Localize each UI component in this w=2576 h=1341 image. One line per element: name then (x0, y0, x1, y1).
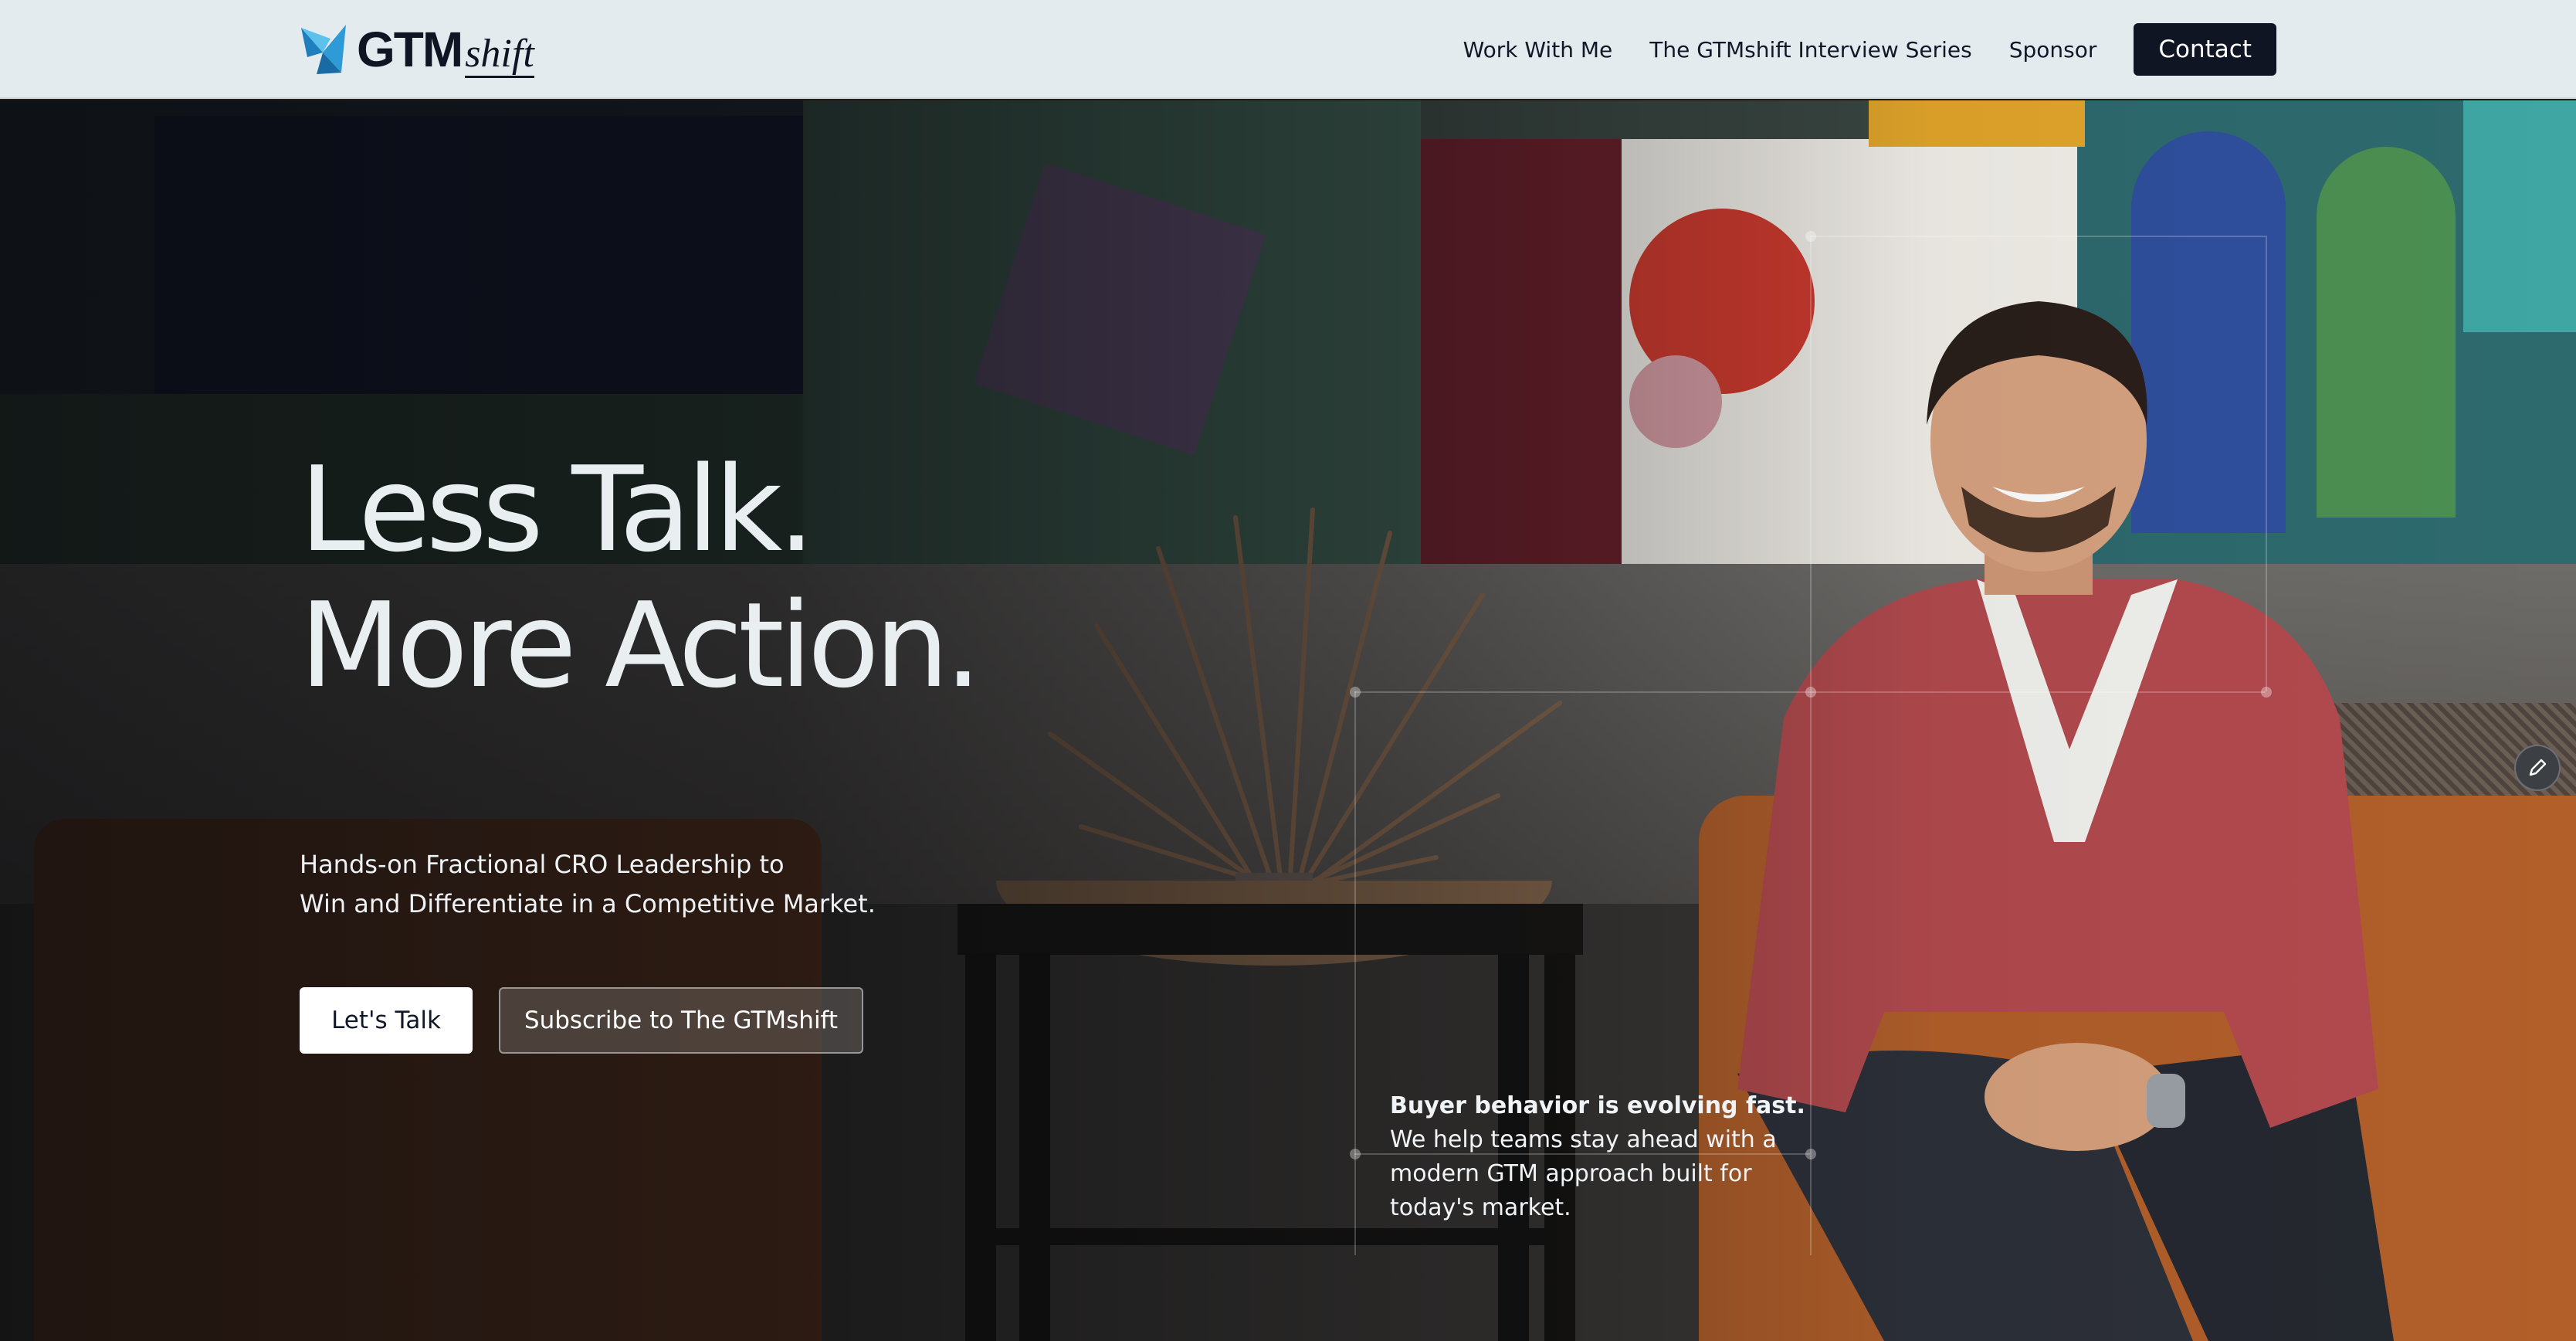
frame-node (2261, 687, 2272, 698)
callout-title: Buyer behavior is evolving fast. (1390, 1092, 1805, 1119)
frame-line (2266, 236, 2267, 691)
frame-line (1354, 691, 1356, 1255)
callout-line-2: modern GTM approach built for (1390, 1160, 1752, 1187)
logo-mark-icon (301, 25, 346, 74)
gtmshift-logo[interactable]: GTM shift (300, 20, 534, 79)
nav-work-with-me[interactable]: Work With Me (1463, 37, 1613, 63)
frame-node (1350, 687, 1361, 698)
nav-interview-series[interactable]: The GTMshift Interview Series (1649, 37, 1972, 63)
site-header: GTM shift Work With Me The GTMshift Inte… (0, 0, 2576, 99)
subheading-line-1: Hands-on Fractional CRO Leadership to (300, 850, 785, 879)
lets-talk-button[interactable]: Let's Talk (300, 987, 473, 1054)
frame-node (1350, 1149, 1361, 1159)
frame-node (1805, 231, 1816, 242)
callout-line-1: We help teams stay ahead with a (1390, 1126, 1777, 1153)
callout-line-3: today's market. (1390, 1194, 1571, 1221)
buyer-behavior-callout: Buyer behavior is evolving fast. We help… (1390, 1089, 1822, 1225)
headline-line-1: Less Talk. (300, 441, 815, 578)
contact-button[interactable]: Contact (2134, 23, 2276, 76)
pencil-icon (2529, 759, 2547, 776)
callout-body: We help teams stay ahead with a modern G… (1390, 1123, 1822, 1225)
hero-headline: Less Talk. More Action. (300, 442, 1303, 714)
logo-wordmark: GTM (357, 22, 463, 77)
frame-line (1810, 236, 2266, 237)
hero-subheading: Hands-on Fractional CRO Leadership to Wi… (300, 845, 995, 924)
nav-sponsor[interactable]: Sponsor (2009, 37, 2097, 63)
subheading-line-2: Win and Differentiate in a Competitive M… (300, 889, 876, 918)
edit-button[interactable] (2514, 745, 2561, 791)
headline-line-2: More Action. (300, 577, 981, 714)
main-nav: Work With Me The GTMshift Interview Seri… (1463, 23, 2276, 76)
logo-wordmark-suffix: shift (465, 33, 534, 78)
subscribe-button[interactable]: Subscribe to The GTMshift (499, 987, 863, 1054)
frame-node (1805, 687, 1816, 698)
hero-dark-overlay (0, 100, 2576, 1341)
hero-section: Less Talk. More Action. Hands-on Fractio… (0, 100, 2576, 1341)
